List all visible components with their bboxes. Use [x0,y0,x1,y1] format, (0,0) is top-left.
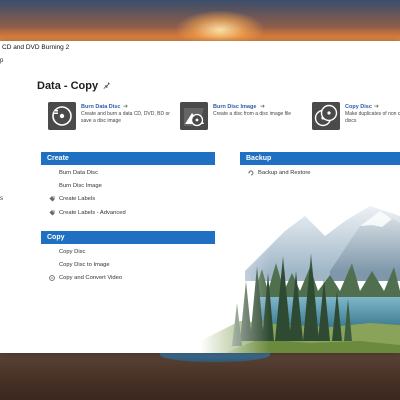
list-item-burn-disc-image[interactable]: Burn Disc Image [59,183,102,189]
section-header-create: Create [41,152,215,165]
list-item-create-labels[interactable]: Create Labels [59,196,95,202]
title-bar: CD and DVD Burning 2 [0,41,400,57]
tile-title: Copy Disc [345,104,372,110]
tile-description: Create and burn a data CD, DVD, BD or sa… [81,111,170,124]
window-title: CD and DVD Burning 2 [2,44,70,51]
tile-copy-disc[interactable]: Copy Disc ➜ Make duplicates of non copy-… [312,102,400,136]
list-item-create-labels-advanced[interactable]: Create Labels - Advanced [59,210,126,216]
sidebar-text-fragment: s [0,196,3,202]
menu-bar: p [0,57,400,69]
section-header-copy: Copy [41,231,215,244]
label-icon [49,210,55,216]
tile-burn-disc-image[interactable]: Burn Disc Image ➜ Create a disc from a d… [180,102,305,136]
list-item-copy-disc[interactable]: Copy Disc [59,249,85,255]
tile-title: Burn Disc Image [213,104,257,110]
page-title: Data - Copy [37,80,99,92]
tile-title: Burn Data Disc [81,104,121,110]
arrow-right-icon: ➜ [260,104,266,110]
list-item-copy-disc-to-image[interactable]: Copy Disc to Image [59,262,110,268]
list-item-backup-and-restore[interactable]: Backup and Restore [258,170,311,176]
label-icon [49,196,55,202]
arrow-right-icon: ➜ [123,104,129,110]
scene-group [200,191,400,353]
app-window: CD and DVD Burning 2 p s Data - Copy Bur… [0,41,400,353]
copy-disc-icon [312,102,340,130]
disc-image-icon [180,102,208,130]
arrow-right-icon: ➜ [374,104,380,110]
list-item-burn-data-disc[interactable]: Burn Data Disc [59,170,98,176]
section-header-backup: Backup [240,152,400,165]
convert-icon [49,275,55,281]
tile-description: Create a disc from a disc image file [213,111,292,117]
pin-icon[interactable] [103,81,111,90]
data-disc-icon [48,102,76,130]
backup-icon [248,170,254,176]
tile-burn-data-disc[interactable]: Burn Data Disc ➜ Create and burn a data … [48,102,178,136]
tile-description: Make duplicates of non copy-protected di… [345,111,400,124]
list-item-copy-and-convert-video[interactable]: Copy and Convert Video [59,275,122,281]
menu-item-help[interactable]: p [0,58,3,64]
